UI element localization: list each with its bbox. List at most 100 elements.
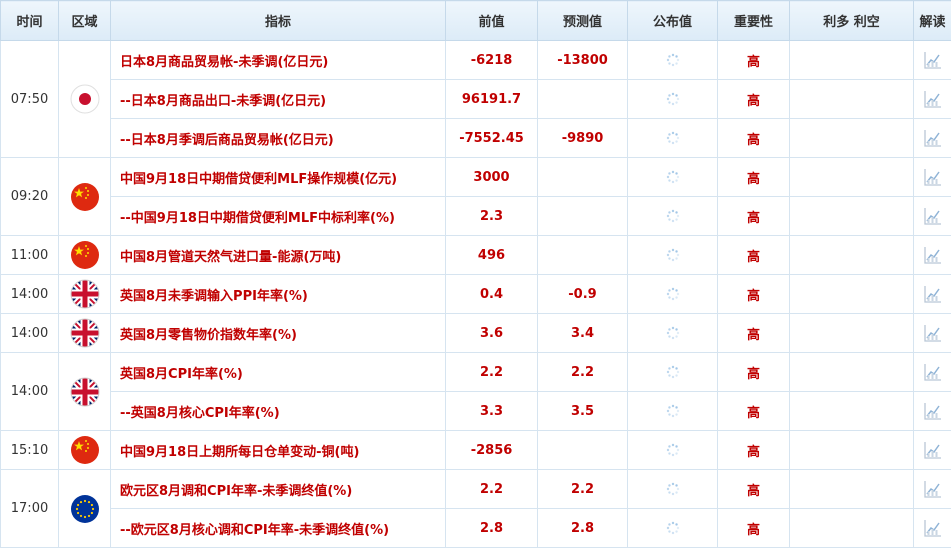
chart-icon[interactable] bbox=[923, 401, 943, 421]
impact-cell bbox=[790, 275, 914, 314]
analysis-cell[interactable] bbox=[914, 236, 951, 275]
analysis-cell[interactable] bbox=[914, 80, 951, 119]
analysis-cell[interactable] bbox=[914, 158, 951, 197]
analysis-cell[interactable] bbox=[914, 353, 951, 392]
impact-cell bbox=[790, 353, 914, 392]
importance-cell: 高 bbox=[718, 353, 790, 392]
importance-cell: 高 bbox=[718, 197, 790, 236]
impact-cell bbox=[790, 431, 914, 470]
header-indicator[interactable]: 指标 bbox=[111, 1, 446, 41]
analysis-cell[interactable] bbox=[914, 119, 951, 158]
previous-cell: 2.2 bbox=[446, 353, 538, 392]
uk-flag-icon bbox=[70, 287, 100, 302]
table-row[interactable]: --欧元区8月核心调和CPI年率-未季调终值(%)2.82.8高 bbox=[1, 509, 951, 548]
actual-cell bbox=[628, 392, 718, 431]
region-cell bbox=[59, 41, 111, 158]
header-time[interactable]: 时间 bbox=[1, 1, 59, 41]
table-row[interactable]: 07:50日本8月商品贸易帐-未季调(亿日元)-6218-13800高 bbox=[1, 41, 951, 80]
table-row[interactable]: --英国8月核心CPI年率(%)3.33.5高 bbox=[1, 392, 951, 431]
analysis-cell[interactable] bbox=[914, 197, 951, 236]
eu-flag-icon bbox=[70, 501, 100, 516]
analysis-cell[interactable] bbox=[914, 509, 951, 548]
loading-icon bbox=[666, 521, 680, 535]
previous-cell: -2856 bbox=[446, 431, 538, 470]
importance-cell: 高 bbox=[718, 470, 790, 509]
loading-icon bbox=[666, 443, 680, 457]
time-cell: 14:00 bbox=[1, 314, 59, 353]
indicator-cell[interactable]: --中国9月18日中期借贷便利MLF中标利率(%) bbox=[111, 197, 446, 236]
chart-icon[interactable] bbox=[923, 128, 943, 148]
previous-cell: 3000 bbox=[446, 158, 538, 197]
chart-icon[interactable] bbox=[923, 362, 943, 382]
header-importance[interactable]: 重要性 bbox=[718, 1, 790, 41]
header-previous[interactable]: 前值 bbox=[446, 1, 538, 41]
table-row[interactable]: --日本8月商品出口-未季调(亿日元)96191.7高 bbox=[1, 80, 951, 119]
analysis-cell[interactable] bbox=[914, 431, 951, 470]
chart-icon[interactable] bbox=[923, 323, 943, 343]
indicator-cell[interactable]: 中国9月18日上期所每日仓单变动-铜(吨) bbox=[111, 431, 446, 470]
indicator-cell[interactable]: 中国8月管道天然气进口量-能源(万吨) bbox=[111, 236, 446, 275]
importance-cell: 高 bbox=[718, 509, 790, 548]
analysis-cell[interactable] bbox=[914, 392, 951, 431]
importance-cell: 高 bbox=[718, 236, 790, 275]
indicator-cell[interactable]: --欧元区8月核心调和CPI年率-未季调终值(%) bbox=[111, 509, 446, 548]
table-row[interactable]: 14:00英国8月CPI年率(%)2.22.2高 bbox=[1, 353, 951, 392]
time-cell: 17:00 bbox=[1, 470, 59, 548]
table-row[interactable]: 17:00欧元区8月调和CPI年率-未季调终值(%)2.22.2高 bbox=[1, 470, 951, 509]
header-forecast[interactable]: 预测值 bbox=[538, 1, 628, 41]
chart-icon[interactable] bbox=[923, 284, 943, 304]
actual-cell bbox=[628, 119, 718, 158]
forecast-cell bbox=[538, 158, 628, 197]
region-cell bbox=[59, 470, 111, 548]
indicator-cell[interactable]: 中国9月18日中期借贷便利MLF操作规模(亿元) bbox=[111, 158, 446, 197]
forecast-cell: 2.2 bbox=[538, 470, 628, 509]
chart-icon[interactable] bbox=[923, 440, 943, 460]
indicator-cell[interactable]: 英国8月未季调输入PPI年率(%) bbox=[111, 275, 446, 314]
table-row[interactable]: 14:00英国8月未季调输入PPI年率(%)0.4-0.9高 bbox=[1, 275, 951, 314]
importance-cell: 高 bbox=[718, 392, 790, 431]
table-row[interactable]: 11:00中国8月管道天然气进口量-能源(万吨)496高 bbox=[1, 236, 951, 275]
header-analysis[interactable]: 解读 bbox=[914, 1, 951, 41]
table-row[interactable]: --中国9月18日中期借贷便利MLF中标利率(%)2.3高 bbox=[1, 197, 951, 236]
chart-icon[interactable] bbox=[923, 479, 943, 499]
region-cell bbox=[59, 353, 111, 431]
actual-cell bbox=[628, 509, 718, 548]
table-row[interactable]: --日本8月季调后商品贸易帐(亿日元)-7552.45-9890高 bbox=[1, 119, 951, 158]
actual-cell bbox=[628, 236, 718, 275]
actual-cell bbox=[628, 314, 718, 353]
chart-icon[interactable] bbox=[923, 89, 943, 109]
indicator-cell[interactable]: --日本8月商品出口-未季调(亿日元) bbox=[111, 80, 446, 119]
impact-cell bbox=[790, 119, 914, 158]
indicator-cell[interactable]: 欧元区8月调和CPI年率-未季调终值(%) bbox=[111, 470, 446, 509]
indicator-cell[interactable]: 日本8月商品贸易帐-未季调(亿日元) bbox=[111, 41, 446, 80]
analysis-cell[interactable] bbox=[914, 470, 951, 509]
previous-cell: -7552.45 bbox=[446, 119, 538, 158]
forecast-cell: -9890 bbox=[538, 119, 628, 158]
actual-cell bbox=[628, 470, 718, 509]
header-actual[interactable]: 公布值 bbox=[628, 1, 718, 41]
time-cell: 11:00 bbox=[1, 236, 59, 275]
indicator-cell[interactable]: 英国8月零售物价指数年率(%) bbox=[111, 314, 446, 353]
chart-icon[interactable] bbox=[923, 206, 943, 226]
table-row[interactable]: 15:10中国9月18日上期所每日仓单变动-铜(吨)-2856高 bbox=[1, 431, 951, 470]
analysis-cell[interactable] bbox=[914, 41, 951, 80]
header-impact[interactable]: 利多 利空 bbox=[790, 1, 914, 41]
forecast-cell: 2.8 bbox=[538, 509, 628, 548]
time-cell: 07:50 bbox=[1, 41, 59, 158]
importance-cell: 高 bbox=[718, 275, 790, 314]
chart-icon[interactable] bbox=[923, 167, 943, 187]
indicator-cell[interactable]: --英国8月核心CPI年率(%) bbox=[111, 392, 446, 431]
previous-cell: 3.3 bbox=[446, 392, 538, 431]
chart-icon[interactable] bbox=[923, 50, 943, 70]
china-flag-icon bbox=[70, 443, 100, 458]
forecast-cell: 2.2 bbox=[538, 353, 628, 392]
indicator-cell[interactable]: --日本8月季调后商品贸易帐(亿日元) bbox=[111, 119, 446, 158]
analysis-cell[interactable] bbox=[914, 275, 951, 314]
table-row[interactable]: 09:20中国9月18日中期借贷便利MLF操作规模(亿元)3000高 bbox=[1, 158, 951, 197]
chart-icon[interactable] bbox=[923, 245, 943, 265]
header-region[interactable]: 区域 bbox=[59, 1, 111, 41]
analysis-cell[interactable] bbox=[914, 314, 951, 353]
chart-icon[interactable] bbox=[923, 518, 943, 538]
indicator-cell[interactable]: 英国8月CPI年率(%) bbox=[111, 353, 446, 392]
table-row[interactable]: 14:00英国8月零售物价指数年率(%)3.63.4高 bbox=[1, 314, 951, 353]
